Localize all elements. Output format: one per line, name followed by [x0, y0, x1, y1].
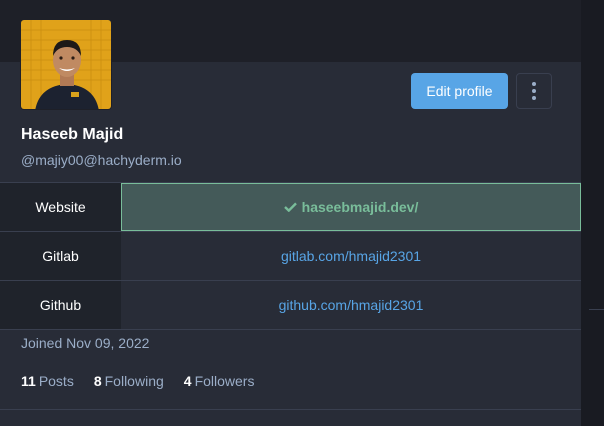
- field-value-text: haseebmajid.dev/: [301, 199, 419, 215]
- verified-check-icon: [283, 202, 297, 212]
- side-column: [581, 0, 604, 426]
- account-stats: 11 Posts 8 Following 4 Followers: [21, 373, 274, 389]
- account-handle: @majiy00@hachyderm.io: [21, 152, 182, 168]
- following-count: 8: [93, 373, 102, 389]
- followers-link[interactable]: 4 Followers: [184, 373, 255, 389]
- field-row-website: Website haseebmajid.dev/: [0, 183, 581, 232]
- posts-link[interactable]: 11 Posts: [21, 373, 74, 389]
- divider: [0, 409, 581, 410]
- followers-count: 4: [183, 373, 192, 389]
- posts-label: Posts: [38, 373, 74, 389]
- joined-date: Joined Nov 09, 2022: [21, 335, 150, 351]
- profile-fields: Website haseebmajid.dev/ Gitlab gitlab.c…: [0, 182, 581, 330]
- field-value-link[interactable]: gitlab.com/hmajid2301: [121, 232, 581, 280]
- posts-count: 11: [21, 373, 36, 389]
- display-name: Haseeb Majid: [21, 126, 124, 143]
- field-row-github: Github github.com/hmajid2301: [0, 281, 581, 330]
- followers-label: Followers: [194, 373, 255, 389]
- field-value-link[interactable]: github.com/hmajid2301: [121, 281, 581, 329]
- avatar[interactable]: [20, 19, 112, 110]
- following-label: Following: [104, 373, 164, 389]
- following-link[interactable]: 8 Following: [94, 373, 164, 389]
- avatar-image: [21, 20, 111, 109]
- field-value-link[interactable]: haseebmajid.dev/: [121, 183, 581, 231]
- more-options-button[interactable]: [516, 73, 552, 109]
- edit-profile-button[interactable]: Edit profile: [411, 73, 508, 109]
- field-name: Github: [0, 281, 121, 329]
- divider: [589, 309, 604, 310]
- field-row-gitlab: Gitlab gitlab.com/hmajid2301: [0, 232, 581, 281]
- field-name: Gitlab: [0, 232, 121, 280]
- field-name: Website: [0, 183, 121, 231]
- kebab-vertical-icon: [532, 82, 536, 100]
